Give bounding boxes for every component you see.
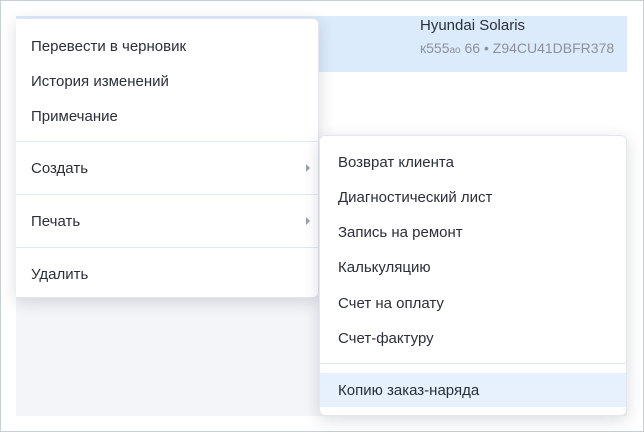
context-menu: Перевести в черновик История изменений П… (16, 18, 319, 298)
menu-item-print[interactable]: Печать (16, 204, 318, 238)
submenu-item-label: Запись на ремонт (338, 223, 463, 241)
submenu-item-calculation[interactable]: Калькуляцию (320, 250, 626, 284)
submenu-divider (320, 363, 626, 364)
create-submenu: Возврат клиента Диагностический лист Зап… (319, 135, 627, 416)
submenu-item-diagnostic-sheet[interactable]: Диагностический лист (320, 180, 626, 214)
menu-divider (16, 247, 318, 248)
submenu-item-invoice[interactable]: Счет на оплату (320, 286, 626, 320)
menu-item-label: Примечание (31, 107, 118, 125)
menu-item-delete[interactable]: Удалить (16, 257, 318, 291)
menu-divider (16, 194, 318, 195)
menu-item-label: Печать (31, 212, 81, 230)
submenu-item-label: Копию заказ-наряда (338, 381, 480, 399)
car-info: Hyundai Solaris к555ао 66 • Z94CU41DBFR3… (420, 16, 614, 61)
chevron-right-icon (306, 164, 310, 172)
car-title: Hyundai Solaris (420, 17, 526, 34)
separator-dot: • (483, 40, 489, 56)
submenu-item-label: Счет на оплату (338, 294, 444, 312)
plate-series: ао (449, 45, 461, 56)
submenu-item-repair-booking[interactable]: Запись на ремонт (320, 215, 626, 249)
submenu-item-label: Диагностический лист (338, 188, 493, 206)
menu-divider (16, 141, 318, 142)
submenu-item-label: Возврат клиента (338, 153, 454, 171)
menu-item-label: Создать (31, 159, 89, 177)
menu-item-label: История изменений (31, 72, 169, 90)
plate-region: 66 (464, 40, 481, 56)
menu-item-label: Перевести в черновик (31, 37, 187, 55)
submenu-item-client-return[interactable]: Возврат клиента (320, 145, 626, 179)
car-details: к555ао 66 • Z94CU41DBFR378 (420, 38, 614, 61)
menu-item-label: Удалить (31, 265, 89, 283)
menu-item-history[interactable]: История изменений (16, 64, 318, 98)
submenu-item-label: Счет-фактуру (338, 329, 434, 347)
menu-item-note[interactable]: Примечание (16, 99, 318, 133)
submenu-item-label: Калькуляцию (338, 258, 431, 276)
plate-prefix: к555 (420, 40, 450, 56)
vin: Z94CU41DBFR378 (492, 40, 615, 56)
menu-item-create[interactable]: Создать (16, 151, 318, 185)
menu-item-to-draft[interactable]: Перевести в черновик (16, 29, 318, 63)
chevron-right-icon (306, 217, 310, 225)
submenu-item-tax-invoice[interactable]: Счет-фактуру (320, 321, 626, 355)
submenu-item-order-copy[interactable]: Копию заказ-наряда (320, 373, 626, 407)
